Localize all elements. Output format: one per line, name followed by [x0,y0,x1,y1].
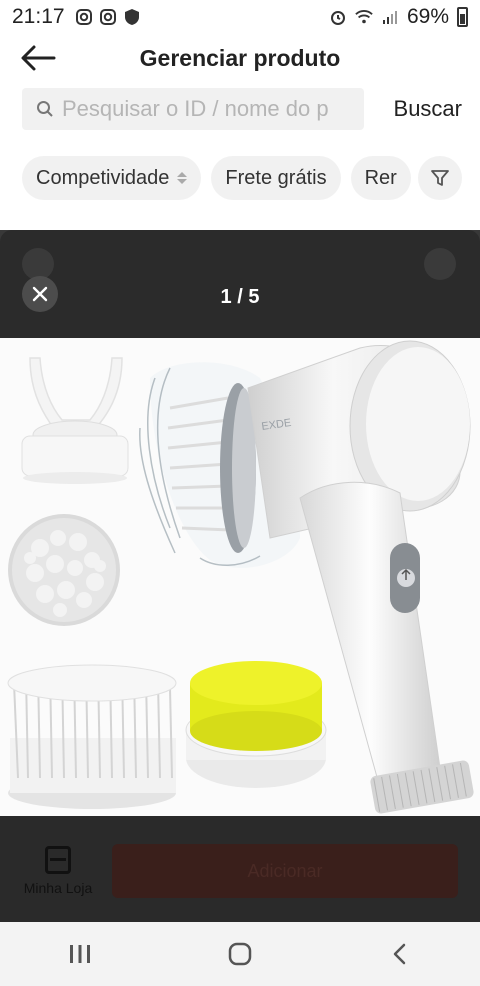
image-counter: 1 / 5 [220,286,260,308]
back-nav-button[interactable] [370,932,430,976]
chevron-left-icon [393,943,406,965]
my-store-button[interactable]: Minha Loja [18,846,98,896]
chip-label: Rer [364,166,397,189]
home-button[interactable] [210,932,270,976]
page-title: Gerenciar produto [139,44,341,71]
chip-label: Competividade [36,166,170,189]
add-product-button[interactable]: Adicionar [112,844,458,898]
chip-competitiveness[interactable]: Competividade [22,156,202,200]
status-time: 21:17 [12,5,65,28]
sponge-attachment [185,661,327,788]
chip-free-shipping[interactable]: Frete grátis [211,156,341,200]
search-input[interactable] [62,96,352,122]
home-icon [228,942,252,966]
my-store-label: Minha Loja [23,880,93,896]
wifi-icon [355,10,373,24]
recent-apps-button[interactable] [50,932,110,976]
chip-label: Frete grátis [225,166,327,189]
filter-button[interactable] [418,156,462,200]
instagram-icon [99,9,116,25]
system-navigation-bar [0,922,480,986]
back-button[interactable] [18,40,58,76]
search-icon [37,101,53,117]
store-icon [45,846,71,874]
shield-icon [124,9,139,25]
product-image[interactable]: EXDE [0,338,480,816]
battery-percent: 69% [406,5,449,28]
chip-partial[interactable]: Rer [350,156,411,200]
filter-chips: Competividade Frete grátis Rer [22,156,480,200]
image-viewer-header [0,230,480,338]
battery-icon [457,7,468,27]
instagram-icon [75,9,92,25]
search-row: Buscar [22,88,462,130]
background-icon [424,248,456,280]
header: Gerenciar produto [0,34,480,82]
search-box[interactable] [22,88,364,130]
arrow-left-icon [21,45,56,71]
status-bar: 21:17 69% [0,0,480,34]
signal-icon [382,11,397,24]
filter-funnel-icon [431,170,449,186]
fluffy-pad-attachment [8,514,120,626]
recent-apps-icon [70,945,90,963]
alarm-icon [330,11,345,25]
product-photo: EXDE [0,338,480,816]
sort-arrows-icon [177,172,188,184]
search-button[interactable]: Buscar [394,96,462,122]
